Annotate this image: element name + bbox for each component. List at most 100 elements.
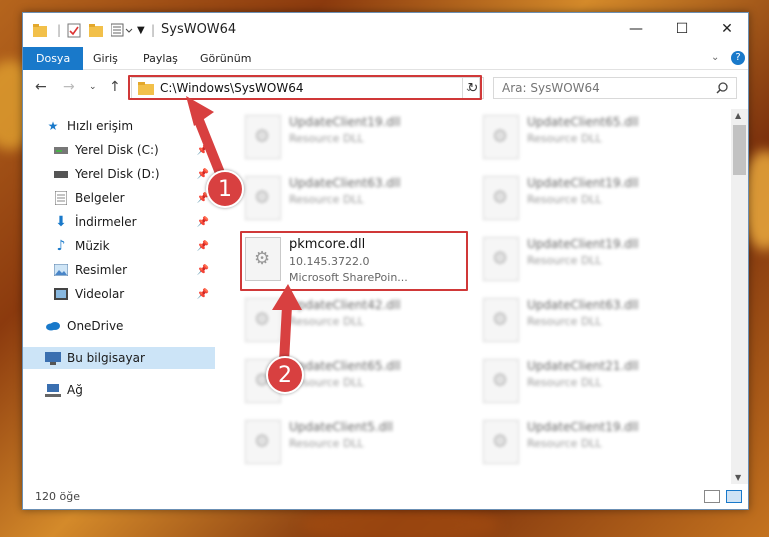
vertical-scrollbar[interactable]: ▲ ▼ [731,109,748,484]
file-description: Resource DLL [527,437,602,450]
file-description: Resource DLL [527,254,602,267]
dropdown-arrow-icon[interactable]: ▼ [137,21,145,39]
scrollbar-thumb[interactable] [733,125,746,175]
sidebar-item-label: Videolar [75,287,125,301]
file-name: UpdateClient63.dll [289,176,401,190]
file-name: UpdateClient63.dll [527,298,639,312]
cloud-icon [45,318,61,334]
sidebar-item-quick-access[interactable]: ★ Hızlı erişim [23,115,215,137]
details-view-icon[interactable] [704,490,720,503]
file-item[interactable]: UpdateClient19.dll Resource DLL [245,111,475,167]
dll-file-icon [245,176,281,220]
sidebar-item-label: Hızlı erişim [67,119,134,133]
file-name: UpdateClient19.dll [289,115,401,129]
ribbon-expand-icon[interactable]: ⌄ [711,52,719,63]
sidebar-item-label: Müzik [75,239,110,253]
tab-file[interactable]: Dosya [23,47,84,70]
sidebar-item-drive-d[interactable]: Yerel Disk (D:) 📌 [23,163,215,185]
download-icon: ⬇ [55,214,67,230]
file-item[interactable]: UpdateClient19.dll Resource DLL [483,172,713,228]
file-highlight-box [240,231,468,291]
pin-icon[interactable]: 📌 [197,169,209,180]
dll-file-icon [483,359,519,403]
sidebar-item-network[interactable]: Ağ [23,379,215,401]
documents-icon [53,190,69,206]
dll-file-icon [245,420,281,464]
sidebar-item-pictures[interactable]: Resimler 📌 [23,259,215,281]
file-item[interactable]: UpdateClient19.dll Resource DLL [483,233,713,289]
file-item[interactable]: UpdateClient5.dll Resource DLL [245,416,475,472]
file-name: UpdateClient21.dll [527,359,639,373]
file-item[interactable]: UpdateClient63.dll Resource DLL [483,294,713,350]
file-name: UpdateClient65.dll [289,359,401,373]
sidebar-item-label: İndirmeler [75,215,137,229]
drive-icon [53,142,69,158]
sidebar-item-music[interactable]: ♪ Müzik 📌 [23,235,215,257]
maximize-button[interactable]: ☐ [659,13,705,45]
dll-file-icon [483,420,519,464]
sidebar-item-drive-c[interactable]: Yerel Disk (C:) 📌 [23,139,215,161]
scroll-down-icon[interactable]: ▼ [735,473,741,482]
file-description: Resource DLL [289,315,364,328]
new-folder-icon[interactable] [89,21,103,39]
pin-icon[interactable]: 📌 [197,241,209,252]
dll-file-icon [483,237,519,281]
file-description: Resource DLL [527,193,602,206]
scroll-up-icon[interactable]: ▲ [735,111,741,120]
search-icon[interactable] [716,82,728,94]
file-item[interactable]: UpdateClient21.dll Resource DLL [483,355,713,411]
sidebar-item-label: Ağ [67,383,83,397]
dll-file-icon [483,176,519,220]
sidebar-item-onedrive[interactable]: OneDrive [23,315,215,337]
tab-view[interactable]: Görünüm [200,47,251,70]
file-item[interactable]: UpdateClient19.dll Resource DLL [483,416,713,472]
tab-home[interactable]: Giriş [93,47,118,70]
pin-icon[interactable]: 📌 [197,145,209,156]
search-input[interactable] [494,81,704,95]
item-count: 120 öğe [35,490,80,503]
sidebar-item-downloads[interactable]: ⬇ İndirmeler 📌 [23,211,215,233]
file-name: UpdateClient19.dll [527,237,639,251]
navigation-pane: ★ Hızlı erişim Yerel Disk (C:) 📌 Yerel D… [23,109,215,484]
file-description: Resource DLL [527,132,602,145]
file-name: UpdateClient5.dll [289,420,393,434]
file-list: UpdateClient19.dll Resource DLL UpdateCli… [219,109,733,484]
pin-icon[interactable]: 📌 [197,217,209,228]
large-icons-view-icon[interactable] [726,490,742,503]
pin-icon[interactable]: 📌 [197,265,209,276]
dll-file-icon [483,298,519,342]
file-name: UpdateClient19.dll [527,420,639,434]
properties-icon[interactable] [67,21,81,39]
tab-share[interactable]: Paylaş [143,47,178,70]
sidebar-item-documents[interactable]: Belgeler 📌 [23,187,215,209]
customize-toolbar-icon[interactable] [111,21,133,39]
search-box[interactable] [493,77,737,99]
computer-icon [45,350,61,366]
sidebar-item-this-pc[interactable]: Bu bilgisayar [23,347,215,369]
title-bar: | ▼ | SysWOW64 — ☐ ✕ [23,13,748,47]
folder-icon[interactable] [33,21,47,39]
pin-icon[interactable]: 📌 [197,289,209,300]
file-name: UpdateClient42.dll [289,298,401,312]
file-item[interactable]: UpdateClient63.dll Resource DLL [245,172,475,228]
back-arrow-icon[interactable]: ← [35,79,47,95]
file-item[interactable]: UpdateClient42.dll Resource DLL [245,294,475,350]
sidebar-item-label: Yerel Disk (C:) [75,143,159,157]
sidebar-item-videos[interactable]: Videolar 📌 [23,283,215,305]
ribbon-tabs: Dosya Giriş Paylaş Görünüm ⌄ ? [23,47,748,70]
minimize-button[interactable]: — [613,13,659,45]
sidebar-item-label: Resimler [75,263,128,277]
file-item[interactable]: UpdateClient65.dll Resource DLL [483,111,713,167]
callout-two: 2 [266,356,304,394]
callout-one: 1 [206,170,244,208]
file-description: Resource DLL [289,132,364,145]
forward-arrow-icon[interactable]: → [63,79,75,95]
recent-locations-icon[interactable]: ⌄ [89,82,97,92]
file-description: Resource DLL [527,315,602,328]
help-icon[interactable]: ? [731,51,745,65]
up-arrow-icon[interactable]: ↑ [109,79,121,95]
pictures-icon [53,262,69,278]
file-name: UpdateClient19.dll [527,176,639,190]
close-button[interactable]: ✕ [704,13,750,45]
dll-file-icon [245,298,281,342]
